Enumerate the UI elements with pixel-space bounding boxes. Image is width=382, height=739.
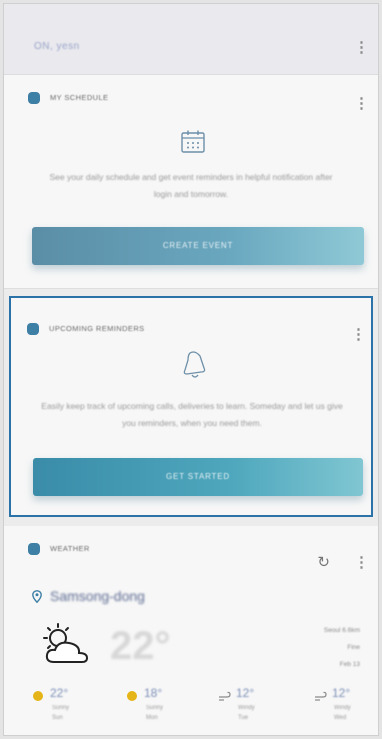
create-event-button[interactable]: CREATE EVENT	[32, 227, 364, 265]
forecast-line: Sunny	[146, 705, 164, 711]
weather-card: WEATHER ↻ ⋮ Samsong-dong 22° Seoul 6.6km…	[4, 526, 378, 735]
wind-icon	[315, 691, 327, 701]
partly-cloudy-icon	[43, 623, 89, 663]
weather-card-icon	[28, 543, 40, 555]
forecast-line: Tue	[238, 715, 249, 721]
forecast-line: Sunny	[52, 705, 70, 711]
reminders-description: Easily keep track of upcoming calls, del…	[41, 401, 343, 428]
forecast-temp: 22°	[50, 686, 69, 700]
wind-icon	[219, 691, 231, 701]
page-title: ON, yesn	[34, 41, 80, 52]
reminders-card-icon	[27, 323, 39, 335]
forecast-line: Wed	[334, 715, 347, 721]
refresh-icon[interactable]: ↻	[317, 553, 330, 571]
location-pin-icon	[32, 590, 42, 603]
forecast-line: Mon	[146, 715, 158, 721]
forecast-item: 22° Sunny Sun	[32, 686, 102, 732]
get-started-button[interactable]: GET STARTED	[33, 458, 363, 496]
schedule-more-icon[interactable]: ⋮	[354, 94, 369, 114]
schedule-card-title: MY SCHEDULE	[50, 93, 109, 102]
forecast-temp: 12°	[332, 686, 351, 700]
reminders-card: UPCOMING REMINDERS ⋮ Easily keep track o…	[9, 296, 373, 517]
forecast-line: Windy	[238, 705, 255, 711]
schedule-description: See your daily schedule and get event re…	[49, 172, 333, 199]
forecast-temp: 18°	[144, 686, 163, 700]
create-event-button-label: CREATE EVENT	[162, 241, 234, 250]
side-info-line: Fine	[347, 644, 360, 651]
calendar-icon	[181, 130, 205, 153]
sun-icon	[127, 691, 137, 701]
forecast-detail: Sunny Sun	[52, 703, 69, 723]
side-info-line: Seoul 6.6km	[323, 627, 360, 634]
forecast-item: 12° Windy Tue	[218, 686, 288, 732]
more-options-icon[interactable]: ⋮	[354, 38, 369, 58]
forecast-row: 22° Sunny Sun 18° Sunny Mon 12° Windy Tu…	[32, 686, 372, 732]
current-temperature: 22°	[110, 624, 171, 668]
schedule-card-icon	[28, 92, 40, 104]
reminders-more-icon[interactable]: ⋮	[351, 325, 366, 345]
weather-side-info: Seoul 6.6km Fine Feb 13	[280, 622, 360, 673]
sun-icon	[33, 691, 43, 701]
reminders-card-title: UPCOMING REMINDERS	[49, 324, 145, 333]
forecast-temp: 12°	[236, 686, 255, 700]
location-name: Samsong-dong	[50, 588, 145, 604]
forecast-line: Sun	[52, 715, 63, 721]
weather-more-icon[interactable]: ⋮	[354, 553, 369, 573]
side-info-line: Feb 13	[339, 661, 360, 668]
forecast-detail: Windy Wed	[334, 703, 351, 723]
forecast-detail: Sunny Mon	[146, 703, 163, 723]
top-bar: ON, yesn ⋮	[4, 4, 378, 75]
weather-card-title: WEATHER	[50, 544, 90, 553]
forecast-item: 12° Windy Wed	[314, 686, 378, 732]
forecast-item: 18° Sunny Mon	[126, 686, 196, 732]
forecast-line: Windy	[334, 705, 351, 711]
get-started-button-label: GET STARTED	[166, 472, 230, 481]
app-screen: ON, yesn ⋮ MY SCHEDULE ⋮ See your daily …	[3, 3, 379, 736]
schedule-card: MY SCHEDULE ⋮ See your daily schedule an…	[4, 75, 378, 289]
bell-icon	[183, 351, 206, 378]
forecast-detail: Windy Tue	[238, 703, 255, 723]
